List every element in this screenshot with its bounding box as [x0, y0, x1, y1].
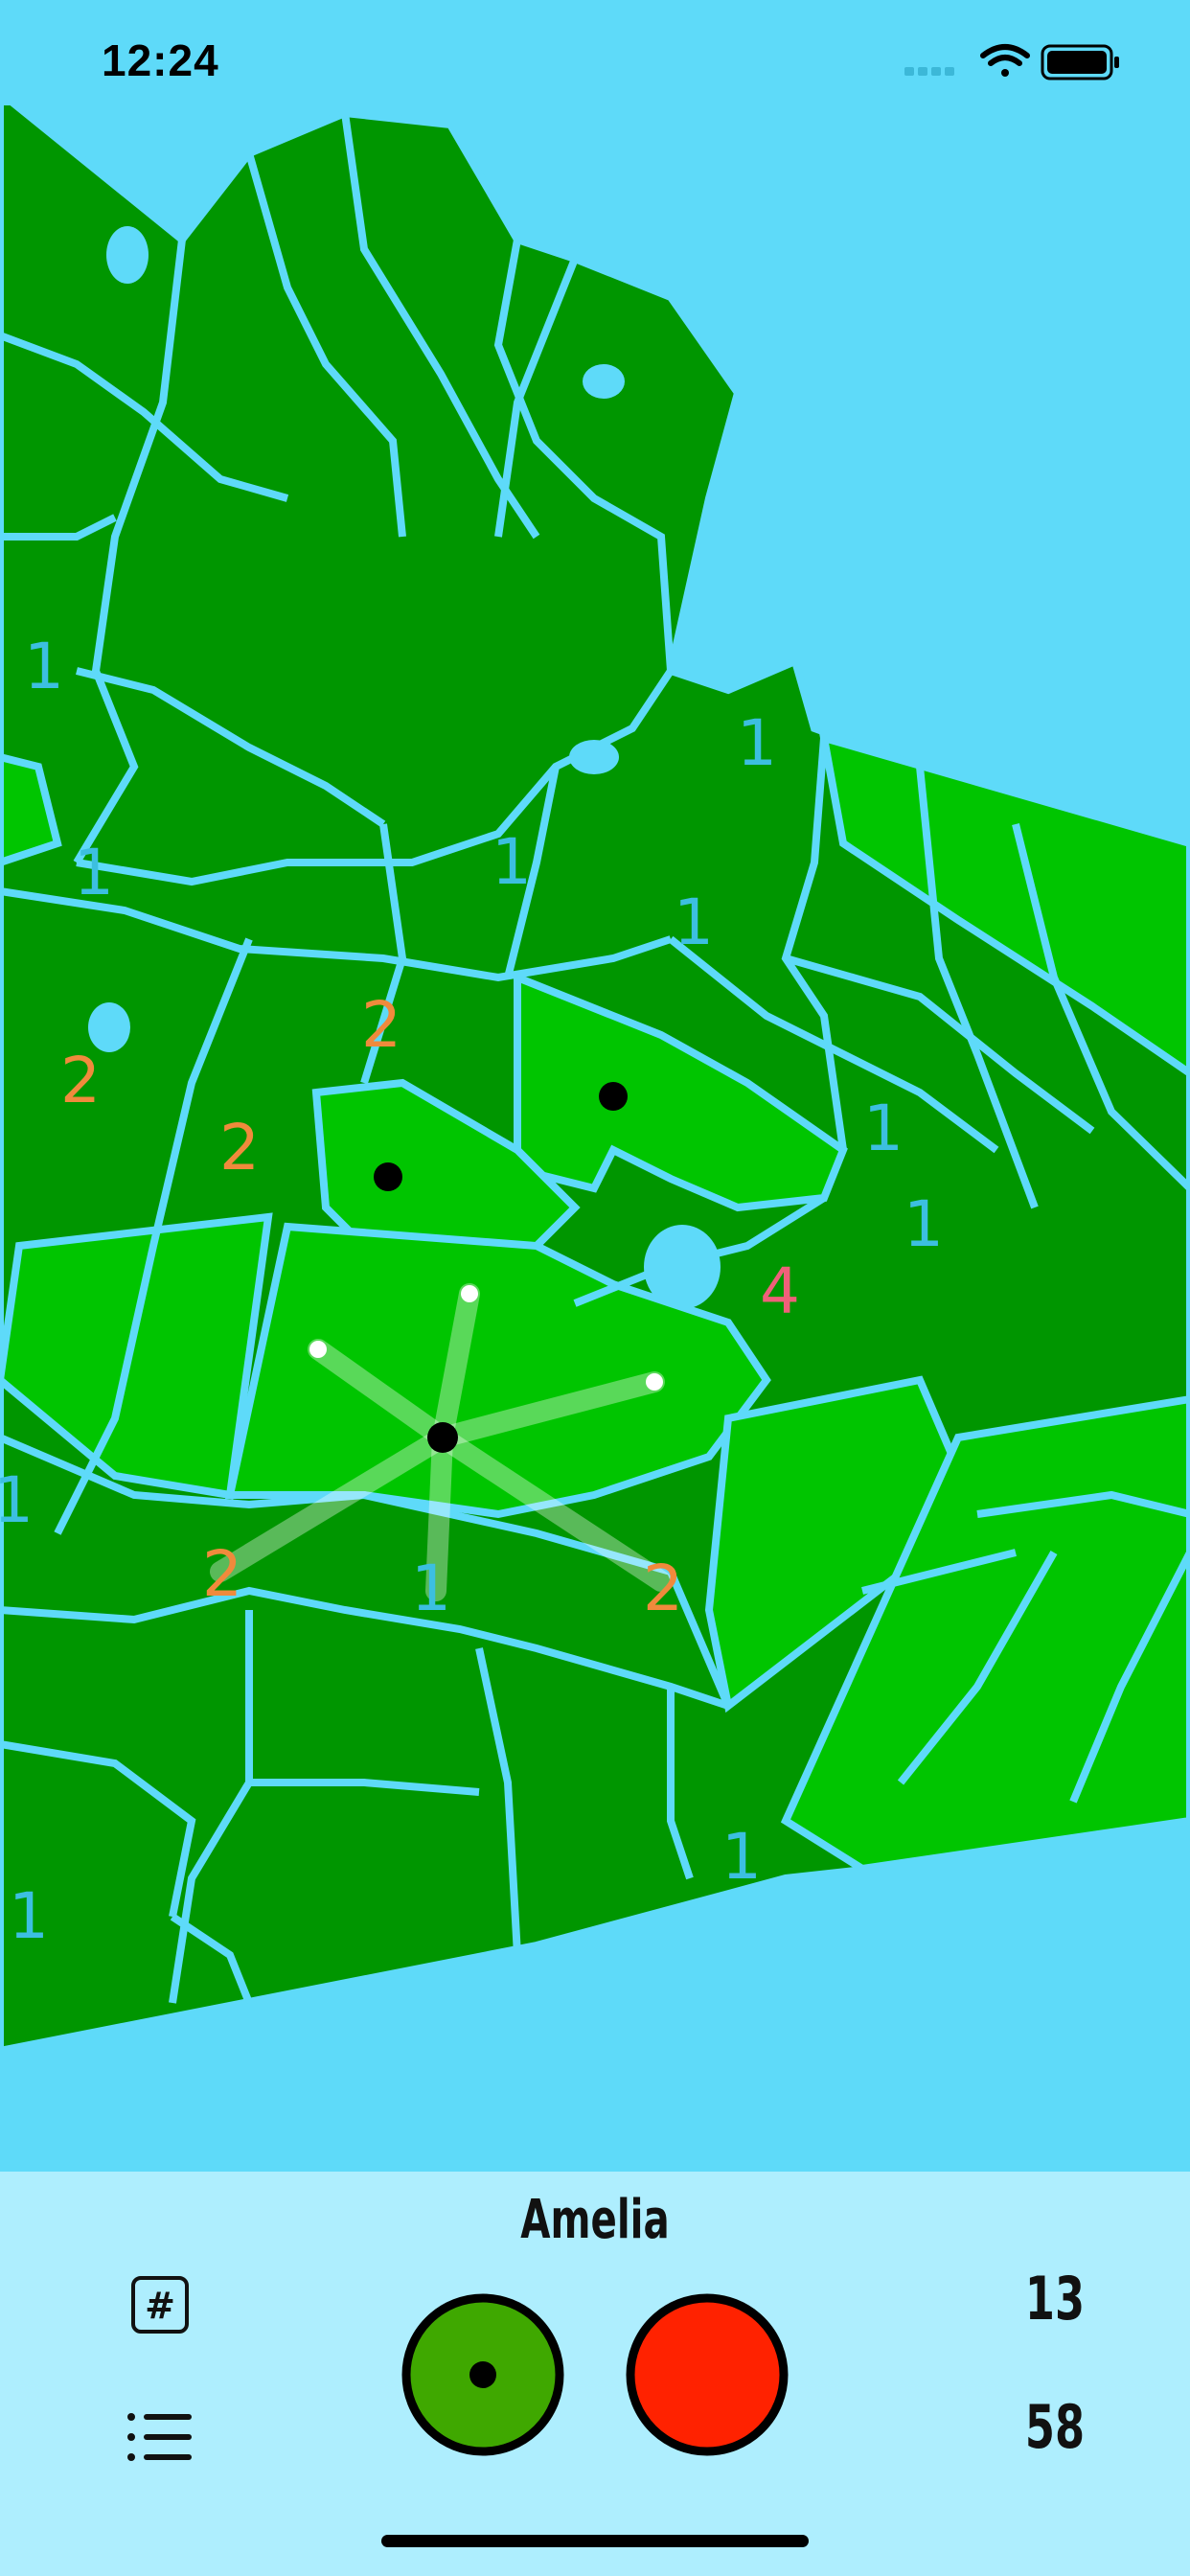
home-indicator: [381, 2535, 809, 2547]
unit-piece-selected[interactable]: [427, 1422, 458, 1453]
game-board[interactable]: 11111222114121211: [0, 0, 1190, 2172]
wifi-icon: [980, 44, 1030, 77]
region-count-label: 1: [904, 1187, 944, 1261]
hash-icon[interactable]: #: [130, 2275, 190, 2334]
region-count-label: 4: [760, 1254, 800, 1328]
region-count-label: 1: [721, 1820, 762, 1894]
region-count-label: 1: [674, 886, 714, 959]
region-count-label: 1: [0, 1463, 34, 1537]
lake: [106, 226, 149, 284]
status-icons: [904, 44, 1119, 80]
player-unit-dot: [469, 2361, 496, 2388]
map-svg[interactable]: 11 111222 11412 1 211: [0, 0, 1190, 2172]
status-time: 12:24: [102, 35, 219, 85]
region-count-label: 1: [863, 1092, 904, 1165]
lake: [644, 1225, 721, 1309]
signal-icon: [904, 67, 954, 76]
region-count-label: 2: [202, 1537, 242, 1611]
opponent-color-button[interactable]: [625, 2292, 790, 2457]
region-count-label: 1: [24, 630, 64, 703]
status-bar: 12:24: [0, 0, 1190, 134]
region-count-label: 1: [411, 1552, 451, 1625]
region-count-label: 2: [643, 1552, 683, 1625]
unit-piece[interactable]: [599, 1082, 628, 1111]
lake: [583, 364, 625, 399]
region-count-label: 1: [74, 836, 114, 909]
region-count-label: 1: [492, 825, 532, 899]
stat-bottom-value: 58: [1024, 2392, 1085, 2462]
hash-icon-label: #: [145, 2285, 175, 2327]
region-count-label: 2: [219, 1111, 260, 1184]
stat-top-value: 13: [1024, 2264, 1085, 2334]
player-name: Amelia: [520, 2189, 670, 2251]
battery-icon: [1041, 44, 1119, 80]
region-count-label: 2: [361, 988, 401, 1062]
list-icon[interactable]: [126, 2411, 194, 2463]
player-color-button[interactable]: [400, 2292, 565, 2457]
unit-piece[interactable]: [374, 1162, 402, 1191]
region-count-label: 1: [737, 706, 777, 780]
lake: [569, 740, 619, 774]
region-count-label: 1: [9, 1879, 49, 1953]
region-count-label: 2: [60, 1044, 101, 1117]
